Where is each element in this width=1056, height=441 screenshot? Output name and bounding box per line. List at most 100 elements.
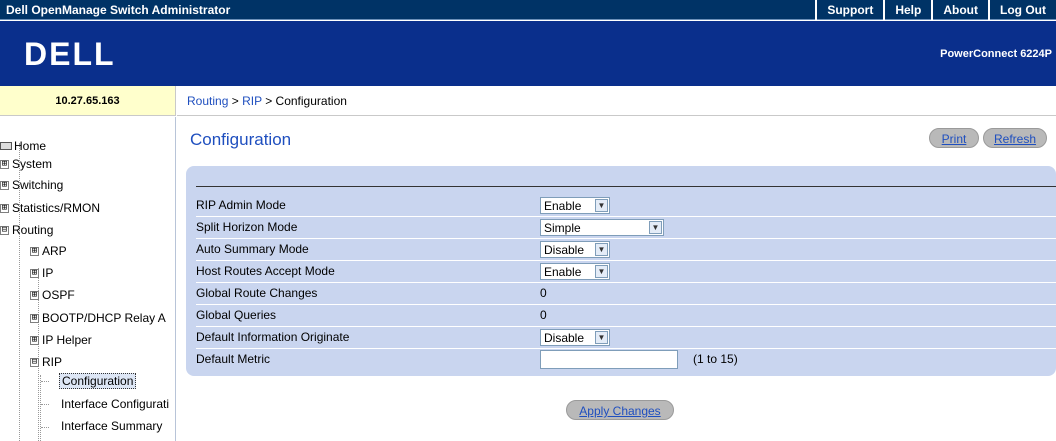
sidebar-item-label: Statistics/RMON (12, 201, 101, 215)
default-metric-input[interactable] (540, 350, 678, 369)
chevron-down-icon: ▼ (595, 265, 608, 278)
field-label: Host Routes Accept Mode (196, 264, 335, 278)
default-information-originate-select[interactable]: Disable ▼ (540, 329, 610, 346)
collapse-icon[interactable]: ⊟ (0, 225, 9, 235)
sidebar-item-label: System (12, 157, 53, 171)
breadcrumb-routing[interactable]: Routing (187, 94, 228, 108)
select-value: Enable (544, 199, 582, 213)
chevron-down-icon: ▼ (595, 243, 608, 256)
expand-icon[interactable]: ⊞ (30, 290, 39, 300)
top-bar: Dell OpenManage Switch Administrator Sup… (0, 0, 1056, 20)
sidebar-item-label: Routing (12, 223, 54, 237)
sidebar-item-label: Interface Summary (61, 419, 163, 433)
auto-summary-mode-select[interactable]: Disable ▼ (540, 241, 610, 258)
switch-ip: 10.27.65.163 (0, 86, 176, 116)
sidebar-item-rip-configuration[interactable]: Configuration (59, 373, 137, 389)
sidebar-item-ip[interactable]: ⊞ IP (30, 266, 53, 280)
sidebar-item-rip-interface-summary[interactable]: Interface Summary (61, 419, 162, 433)
sidebar-item-label: Interface Configurati (61, 397, 170, 411)
form-row-host-routes-accept-mode: Host Routes Accept Mode Enable ▼ (196, 261, 1056, 281)
tree-line (40, 375, 41, 441)
expand-icon[interactable]: ⊞ (30, 268, 39, 278)
breadcrumb-sep: > (261, 94, 276, 108)
product-name: PowerConnect 6224P (940, 48, 1052, 60)
chevron-down-icon: ▼ (649, 221, 662, 234)
sidebar-item-label: Switching (12, 178, 64, 192)
select-value: Disable (544, 331, 585, 345)
default-metric-range-hint: (1 to 15) (693, 352, 738, 366)
sidebar-item-routing[interactable]: ⊟ Routing (0, 223, 53, 237)
support-link[interactable]: Support (815, 0, 883, 20)
host-routes-accept-mode-select[interactable]: Enable ▼ (540, 263, 610, 280)
print-button[interactable]: Print (929, 128, 979, 148)
split-horizon-mode-select[interactable]: Simple ▼ (540, 219, 664, 236)
sidebar-item-label: RIP (42, 355, 63, 369)
form-row-auto-summary-mode: Auto Summary Mode Disable ▼ (196, 239, 1056, 259)
dell-logo: DELL (24, 37, 116, 69)
sidebar-item-ospf[interactable]: ⊞ OSPF (30, 288, 75, 302)
sidebar-item-label: ARP (42, 244, 67, 258)
top-links: Support Help About Log Out (815, 0, 1056, 20)
apply-changes-button[interactable]: Apply Changes (566, 400, 674, 420)
page-title: Configuration (190, 130, 292, 149)
select-value: Enable (544, 265, 582, 279)
app-title: Dell OpenManage Switch Administrator (6, 3, 231, 17)
help-link[interactable]: Help (883, 0, 931, 20)
breadcrumb-sep: > (228, 94, 243, 108)
breadcrumb: Routing > RIP > Configuration (177, 86, 1056, 116)
banner: DELL PowerConnect 6224P (0, 21, 1056, 86)
tree-line (41, 404, 49, 405)
global-route-changes-value: 0 (540, 286, 547, 300)
form-row-global-queries: Global Queries 0 (196, 305, 1056, 325)
field-label: Split Horizon Mode (196, 220, 298, 234)
expand-icon[interactable]: ⊞ (30, 335, 39, 345)
expand-icon[interactable]: ⊞ (30, 246, 39, 256)
sidebar-item-rip[interactable]: ⊟ RIP (30, 355, 62, 369)
chevron-down-icon: ▼ (595, 199, 608, 212)
collapse-icon[interactable]: ⊟ (30, 357, 39, 367)
field-label: Default Metric (196, 352, 271, 366)
sidebar-item-label: BOOTP/DHCP Relay A (42, 311, 166, 325)
form-row-rip-admin-mode: RIP Admin Mode Enable ▼ (196, 195, 1056, 215)
dell-logo-text: DELL (24, 37, 116, 69)
about-link[interactable]: About (931, 0, 988, 20)
expand-icon[interactable]: ⊞ (0, 203, 9, 213)
field-label: RIP Admin Mode (196, 198, 286, 212)
logout-link[interactable]: Log Out (988, 0, 1056, 20)
field-label: Global Queries (196, 308, 277, 322)
home-icon (0, 142, 12, 150)
expand-icon[interactable]: ⊞ (30, 313, 39, 323)
expand-icon[interactable]: ⊞ (0, 159, 9, 169)
sidebar-item-bootp-dhcp-relay[interactable]: ⊞ BOOTP/DHCP Relay A (30, 311, 166, 325)
sidebar-item-statistics[interactable]: ⊞ Statistics/RMON (0, 201, 100, 215)
global-queries-value: 0 (540, 308, 547, 322)
field-label: Global Route Changes (196, 286, 318, 300)
form-row-default-metric: Default Metric (1 to 15) (196, 349, 1056, 369)
rip-admin-mode-select[interactable]: Enable ▼ (540, 197, 610, 214)
form-row-default-information-originate: Default Information Originate Disable ▼ (196, 327, 1056, 347)
sidebar-item-label: OSPF (42, 288, 75, 302)
sidebar-item-ip-helper[interactable]: ⊞ IP Helper (30, 333, 92, 347)
refresh-button[interactable]: Refresh (983, 128, 1047, 148)
sidebar: Home ⊞ System ⊞ Switching ⊞ Statistics/RMON… (0, 117, 176, 441)
breadcrumb-rip[interactable]: RIP (242, 94, 262, 108)
sidebar-item-switching[interactable]: ⊞ Switching (0, 178, 63, 192)
sidebar-item-label: IP (42, 266, 54, 280)
sidebar-item-arp[interactable]: ⊞ ARP (30, 244, 67, 258)
sidebar-item-label: Configuration (59, 373, 137, 389)
field-label: Default Information Originate (196, 330, 350, 344)
expand-icon[interactable]: ⊞ (0, 180, 9, 190)
tree-line (41, 381, 49, 382)
sidebar-item-system[interactable]: ⊞ System (0, 157, 52, 171)
select-value: Simple (544, 221, 581, 235)
sidebar-item-label: IP Helper (42, 333, 92, 347)
panel-divider (196, 186, 1056, 187)
chevron-down-icon: ▼ (595, 331, 608, 344)
sidebar-item-rip-interface-configuration[interactable]: Interface Configurati (61, 397, 169, 411)
breadcrumb-current: Configuration (275, 94, 347, 108)
form-row-global-route-changes: Global Route Changes 0 (196, 283, 1056, 303)
field-label: Auto Summary Mode (196, 242, 309, 256)
select-value: Disable (544, 243, 585, 257)
sidebar-item-home[interactable]: Home (0, 139, 46, 153)
tree-line (41, 427, 49, 428)
